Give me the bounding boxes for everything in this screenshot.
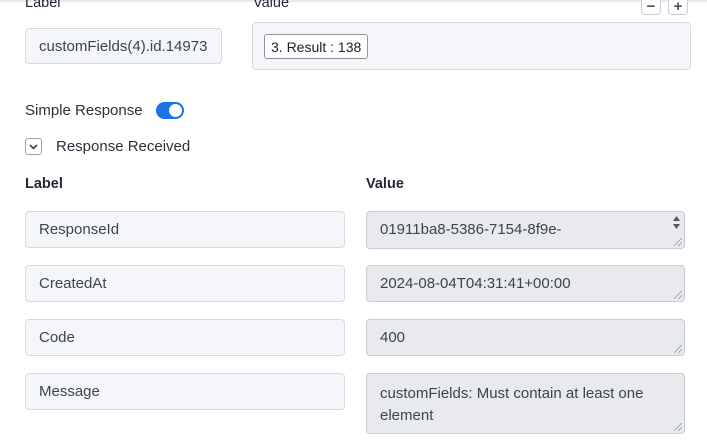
result-chip[interactable]: 3. Result : 138 xyxy=(264,34,369,59)
table-row-label[interactable]: Message xyxy=(25,373,345,410)
top-label-field[interactable]: customFields(4).id.14973 xyxy=(25,28,222,64)
table-row-label[interactable]: Code xyxy=(25,319,345,356)
toggle-knob xyxy=(169,104,182,117)
result-chip-text: 3. Result : 138 xyxy=(271,38,362,55)
response-id-field[interactable]: 01911ba8-5386-7154-8f9e- xyxy=(366,211,685,249)
created-at-field[interactable]: 2024-08-04T04:31:41+00:00 xyxy=(366,265,685,302)
row-value-text: customFields: Must contain at least one … xyxy=(380,385,644,424)
minus-icon: − xyxy=(646,0,656,15)
row-value-text: 2024-08-04T04:31:41+00:00 xyxy=(380,275,571,292)
add-row-button[interactable]: + xyxy=(668,0,688,15)
response-received-label: Response Received xyxy=(56,138,191,155)
remove-row-button[interactable]: − xyxy=(641,0,661,15)
table-value-header: Value xyxy=(366,176,404,192)
collapse-button[interactable] xyxy=(25,138,42,155)
plus-icon: + xyxy=(673,0,683,15)
message-field[interactable]: customFields: Must contain at least one … xyxy=(366,373,685,434)
simple-response-toggle[interactable] xyxy=(156,102,184,119)
row-label-text: Message xyxy=(39,383,100,400)
resize-handle-icon[interactable] xyxy=(674,423,682,431)
resize-handle-icon[interactable] xyxy=(674,291,682,299)
table-row-label[interactable]: CreatedAt xyxy=(25,265,345,302)
chevron-down-icon xyxy=(29,144,38,150)
row-value-text: 01911ba8-5386-7154-8f9e- xyxy=(380,221,562,238)
row-value-text: 400 xyxy=(380,329,406,346)
code-field[interactable]: 400 xyxy=(366,319,685,356)
resize-handle-icon[interactable] xyxy=(674,345,682,353)
top-label-text: customFields(4).id.14973 xyxy=(39,37,208,55)
row-label-text: ResponseId xyxy=(39,221,120,238)
table-label-header: Label xyxy=(25,176,63,192)
resize-handle-icon[interactable] xyxy=(674,238,682,246)
row-label-text: CreatedAt xyxy=(39,275,107,292)
table-row-label[interactable]: ResponseId xyxy=(25,211,345,248)
simple-response-label: Simple Response xyxy=(25,102,143,119)
top-label-header: Label xyxy=(25,0,61,11)
top-value-header: Value xyxy=(253,0,290,11)
row-label-text: Code xyxy=(39,329,75,346)
top-divider xyxy=(0,0,707,2)
